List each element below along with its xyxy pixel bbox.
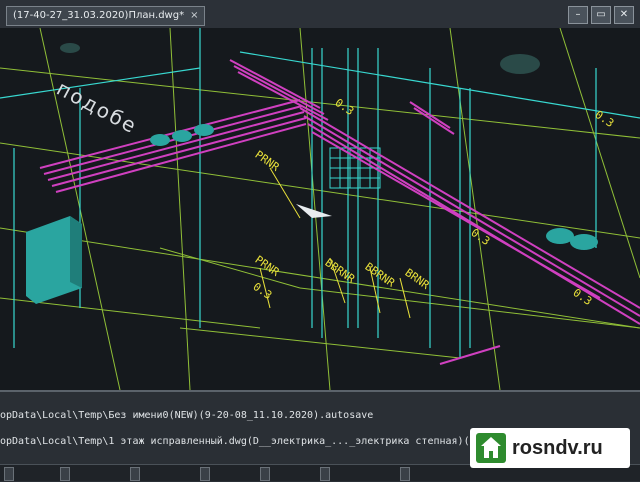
close-button[interactable]: ✕ <box>614 6 634 24</box>
document-tab-bar: (17-40-27_31.03.2020)План.dwg* × – ▭ ✕ <box>0 0 640 29</box>
window-controls: – ▭ ✕ <box>568 6 634 24</box>
status-button[interactable] <box>320 467 330 481</box>
status-button[interactable] <box>130 467 140 481</box>
green-grid-lines <box>0 28 640 390</box>
command-history-line: opData\Local\Temp\Без имени0(NEW)(9-20-0… <box>0 410 374 421</box>
yellow-leaders <box>259 167 411 319</box>
drawing-tab-title: (17-40-27_31.03.2020)План.dwg* <box>13 10 185 21</box>
status-button[interactable] <box>260 467 270 481</box>
tray-fittings <box>60 43 598 250</box>
drawing-viewport[interactable]: подобе PRNR PRNR 0.3 0.3 BBRNR BBRNR BRN… <box>0 28 640 390</box>
cad-drawing <box>0 28 640 390</box>
house-icon <box>476 433 506 463</box>
restore-button[interactable]: ▭ <box>591 6 611 24</box>
close-tab-icon[interactable]: × <box>190 7 198 25</box>
cyan-lines <box>0 28 640 358</box>
status-button[interactable] <box>200 467 210 481</box>
status-button[interactable] <box>4 467 14 481</box>
minimize-button[interactable]: – <box>568 6 588 24</box>
drawing-tab[interactable]: (17-40-27_31.03.2020)План.dwg* × <box>6 6 206 26</box>
status-button[interactable] <box>400 467 410 481</box>
status-button[interactable] <box>60 467 70 481</box>
watermark-badge: rosndv.ru <box>470 428 630 468</box>
electrical-panel <box>26 216 82 304</box>
watermark-text: rosndv.ru <box>512 436 603 459</box>
arrow-icon <box>296 204 332 218</box>
